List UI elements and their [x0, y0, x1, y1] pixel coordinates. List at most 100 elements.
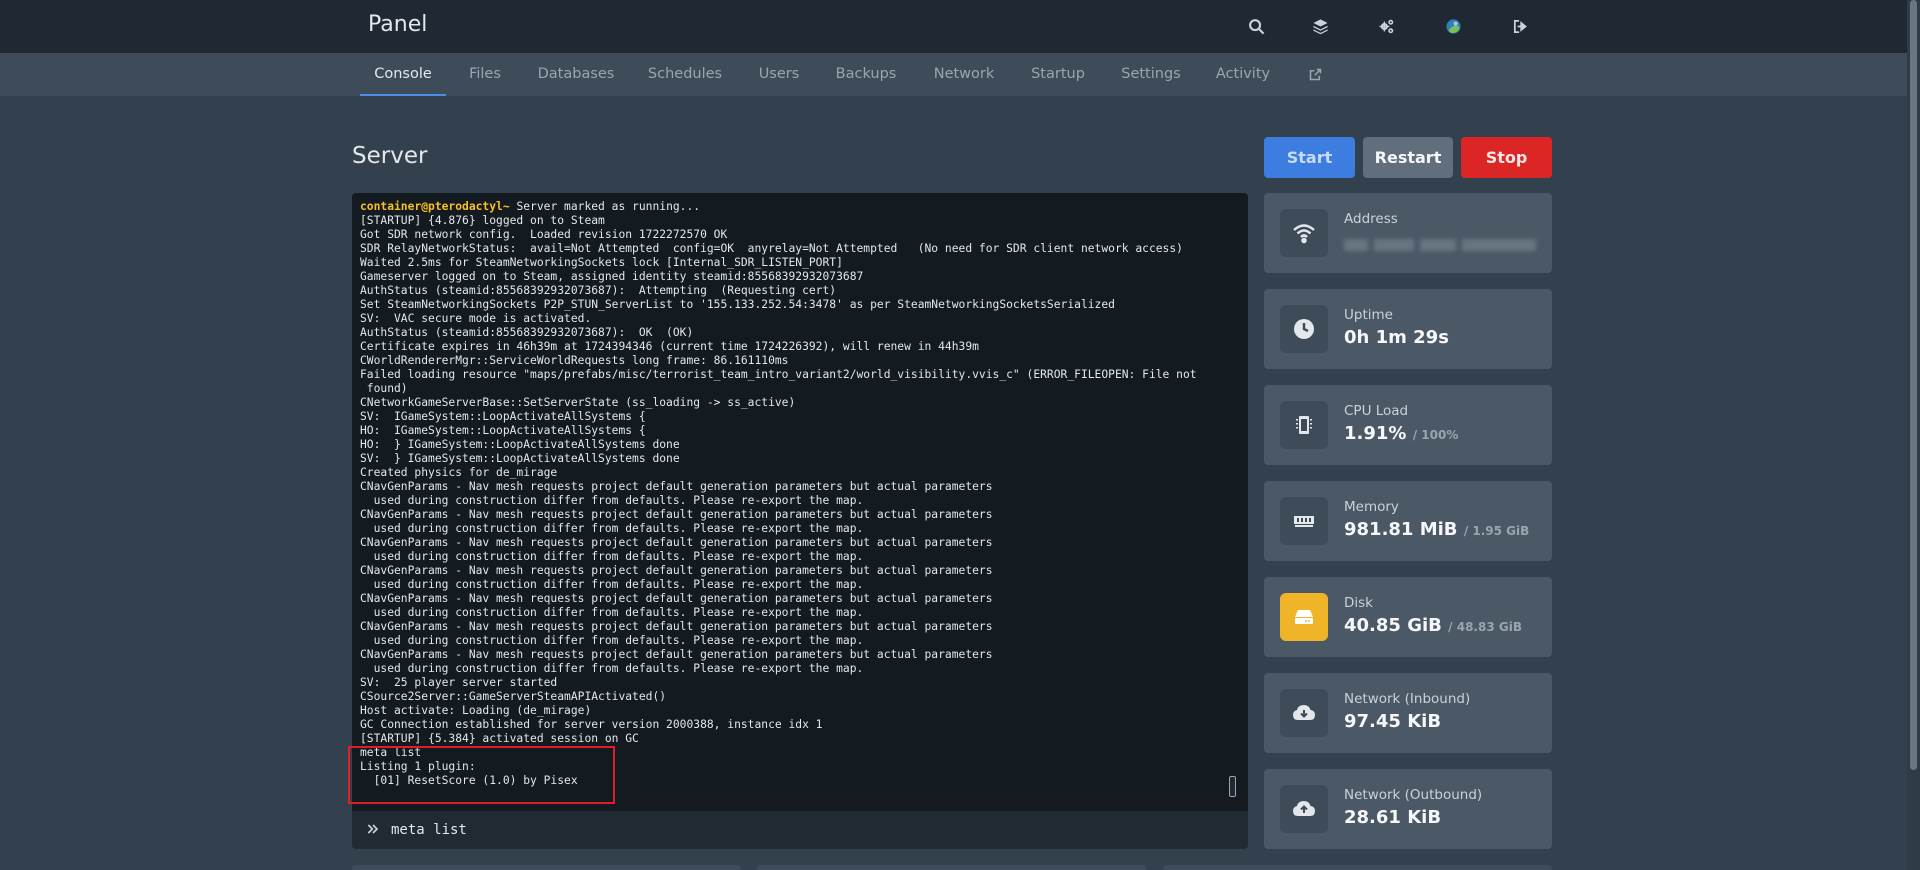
memory-icon: [1280, 497, 1328, 545]
console-line: CNavGenParams - Nav mesh requests projec…: [360, 648, 993, 661]
restart-button[interactable]: Restart: [1363, 137, 1453, 178]
console-line: [STARTUP] {5.384} activated session on G…: [360, 732, 639, 745]
console-line: [01] ResetScore (1.0) by Pisex: [360, 774, 578, 787]
console-line: CNavGenParams - Nav mesh requests projec…: [360, 620, 993, 633]
console-line: GC Connection established for server ver…: [360, 718, 823, 731]
clock-icon: [1280, 305, 1328, 353]
tab-users[interactable]: Users: [754, 53, 804, 96]
top-navbar: Panel: [0, 0, 1920, 53]
stop-button[interactable]: Stop: [1461, 137, 1552, 178]
console-line: CNavGenParams - Nav mesh requests projec…: [360, 480, 993, 493]
layers-icon[interactable]: [1307, 13, 1333, 39]
console-line: Failed loading resource "maps/prefabs/mi…: [360, 368, 1197, 381]
stat-disk: Disk 40.85 GiB / 48.83 GiB: [1264, 577, 1552, 657]
tab-backups[interactable]: Backups: [835, 53, 897, 96]
logout-icon[interactable]: [1507, 13, 1533, 39]
page-title: Server: [352, 143, 428, 169]
page-scrollbar[interactable]: [1907, 0, 1920, 870]
console-line: HO: IGameSystem::LoopActivateAllSystems …: [360, 424, 646, 437]
stat-value: 981.81 MiB / 1.95 GiB: [1344, 519, 1530, 540]
external-link-icon[interactable]: [1305, 53, 1325, 96]
stat-value: 28.61 KiB: [1344, 807, 1442, 828]
console-line: meta list: [360, 746, 422, 759]
console-line: Waited 2.5ms for SteamNetworkingSockets …: [360, 256, 843, 269]
console-line: HO: } IGameSystem::LoopActivateAllSystem…: [360, 438, 680, 451]
address-redacted: [1374, 239, 1414, 251]
tab-databases[interactable]: Databases: [537, 53, 615, 96]
stat-value: 0h 1m 29s: [1344, 327, 1449, 348]
stat-uptime: Uptime 0h 1m 29s: [1264, 289, 1552, 369]
double-chevron-right-icon: [367, 824, 379, 834]
server-subnav: Console Files Databases Schedules Users …: [0, 53, 1920, 96]
console-line: CSource2Server::GameServerSteamAPIActiva…: [360, 690, 667, 703]
stat-address: Address: [1264, 193, 1552, 273]
search-icon[interactable]: [1243, 13, 1269, 39]
console-line: used during construction differ from def…: [360, 634, 864, 647]
stat-label: CPU Load: [1344, 403, 1409, 419]
tab-schedules[interactable]: Schedules: [646, 53, 724, 96]
console-line: used during construction differ from def…: [360, 550, 864, 563]
console-line: Certificate expires in 46h39m at 1724394…: [360, 340, 979, 353]
console-line: used during construction differ from def…: [360, 578, 864, 591]
console-scrollbar[interactable]: [1229, 776, 1236, 797]
console-line: CNavGenParams - Nav mesh requests projec…: [360, 508, 993, 521]
console-prompt-user: container@pterodactyl~: [360, 200, 510, 213]
console-line: found): [360, 382, 408, 395]
tab-settings[interactable]: Settings: [1119, 53, 1183, 96]
stat-label: Disk: [1344, 595, 1373, 611]
tab-activity[interactable]: Activity: [1214, 53, 1272, 96]
console-line: container@pterodactyl~ Server marked as …: [360, 200, 701, 213]
stat-value: 97.45 KiB: [1344, 711, 1442, 732]
console-line: Created physics for de_mirage: [360, 466, 558, 479]
address-redacted: [1462, 239, 1536, 251]
stat-label: Network (Outbound): [1344, 787, 1483, 803]
avatar[interactable]: [1440, 13, 1466, 39]
console-output[interactable]: container@pterodactyl~ Server marked as …: [352, 193, 1248, 811]
console-line: SV: } IGameSystem::LoopActivateAllSystem…: [360, 452, 680, 465]
tab-network[interactable]: Network: [929, 53, 999, 96]
console-line: CNetworkGameServerBase::SetServerState (…: [360, 396, 796, 409]
console-line: CNavGenParams - Nav mesh requests projec…: [360, 564, 993, 577]
command-bar: [352, 811, 1248, 849]
chart-card-network: [1163, 865, 1552, 870]
console-line: CNavGenParams - Nav mesh requests projec…: [360, 536, 993, 549]
console-line: SV: VAC secure mode is activated.: [360, 312, 592, 325]
address-redacted: [1344, 239, 1368, 251]
stat-label: Network (Inbound): [1344, 691, 1471, 707]
console-line: SV: IGameSystem::LoopActivateAllSystems …: [360, 410, 646, 423]
cloud-download-icon: [1280, 689, 1328, 737]
console-line: Got SDR network config. Loaded revision …: [360, 228, 728, 241]
console-line: Set SteamNetworkingSockets P2P_STUN_Serv…: [360, 298, 1115, 311]
console-line: AuthStatus (steamid:85568392932073687): …: [360, 326, 694, 339]
console-line: Gameserver logged on to Steam, assigned …: [360, 270, 864, 283]
console-line: [STARTUP] {4.876} logged on to Steam: [360, 214, 605, 227]
tab-startup[interactable]: Startup: [1029, 53, 1087, 96]
command-input[interactable]: [391, 817, 1231, 843]
chart-card-memory: [757, 865, 1146, 870]
cloud-upload-icon: [1280, 785, 1328, 833]
console-line: CWorldRendererMgr::ServiceWorldRequests …: [360, 354, 789, 367]
console-line: Host activate: Loading (de_mirage): [360, 704, 592, 717]
wifi-icon: [1280, 209, 1328, 257]
stat-value: 1.91% / 100%: [1344, 423, 1459, 444]
console-line: used during construction differ from def…: [360, 606, 864, 619]
stat-cpu-load: CPU Load 1.91% / 100%: [1264, 385, 1552, 465]
page-scrollbar-thumb[interactable]: [1910, 0, 1917, 770]
stat-memory: Memory 981.81 MiB / 1.95 GiB: [1264, 481, 1552, 561]
stat-label: Address: [1344, 211, 1398, 227]
stat-label: Uptime: [1344, 307, 1393, 323]
console-line: Listing 1 plugin:: [360, 760, 476, 773]
stat-network-outbound: Network (Outbound) 28.61 KiB: [1264, 769, 1552, 849]
start-button[interactable]: Start: [1264, 137, 1355, 178]
console-line: used during construction differ from def…: [360, 494, 864, 507]
console-line: SDR RelayNetworkStatus: avail=Not Attemp…: [360, 242, 1183, 255]
stat-value: 40.85 GiB / 48.83 GiB: [1344, 615, 1522, 636]
hard-drive-icon: [1280, 593, 1328, 641]
console-log: container@pterodactyl~ Server marked as …: [360, 200, 1240, 788]
console-line: CNavGenParams - Nav mesh requests projec…: [360, 592, 993, 605]
tab-files[interactable]: Files: [461, 53, 509, 96]
admin-gears-icon[interactable]: [1373, 13, 1399, 39]
tab-console[interactable]: Console: [360, 53, 446, 96]
chart-card-cpu: [352, 865, 741, 870]
cpu-chip-icon: [1280, 401, 1328, 449]
